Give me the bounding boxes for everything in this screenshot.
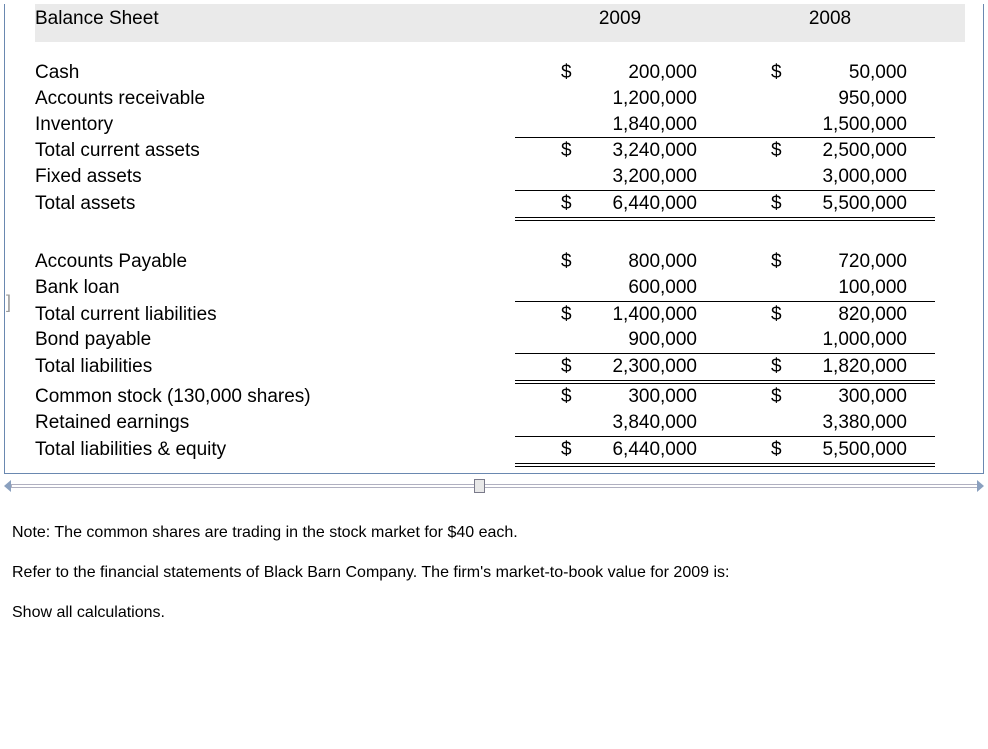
note-share-price: Note: The common shares are trading in t… [12, 524, 984, 542]
value-tle-2008: 5,500,000 [822, 437, 907, 463]
currency-symbol: $ [771, 191, 782, 217]
currency-symbol: $ [561, 437, 572, 463]
label-ap: Accounts Payable [35, 249, 515, 275]
row-retained-earnings: Retained earnings 3,840,000 3,380,000 [35, 410, 965, 437]
label-tl: Total liabilities [35, 354, 515, 384]
row-total-current-liabilities: Total current liabilities $1,400,000 $82… [35, 302, 965, 328]
currency-symbol: $ [561, 60, 572, 86]
value-bl-2008: 100,000 [838, 275, 907, 301]
header-year-2009: 2009 [515, 8, 725, 30]
value-fa-2009: 3,200,000 [612, 164, 697, 190]
label-bp: Bond payable [35, 327, 515, 354]
currency-symbol: $ [561, 249, 572, 275]
value-tle-2009: 6,440,000 [612, 437, 697, 463]
row-total-assets: Total assets $6,440,000 $5,500,000 [35, 191, 965, 221]
value-ta-2008: 5,500,000 [822, 191, 907, 217]
value-ap-2008: 720,000 [838, 249, 907, 275]
row-cash: Cash $200,000 $50,000 [35, 60, 965, 86]
scroll-right-icon[interactable] [977, 480, 984, 492]
row-total-current-assets: Total current assets $3,240,000 $2,500,0… [35, 138, 965, 164]
label-fa: Fixed assets [35, 164, 515, 191]
value-tcl-2008: 820,000 [838, 302, 907, 328]
value-fa-2008: 3,000,000 [822, 164, 907, 190]
row-bank-loan: Bank loan 600,000 100,000 [35, 275, 965, 302]
label-ta: Total assets [35, 191, 515, 221]
currency-symbol: $ [561, 354, 572, 380]
value-bl-2009: 600,000 [628, 275, 697, 301]
value-tcl-2009: 1,400,000 [612, 302, 697, 328]
decor-bracket: ] [6, 292, 11, 313]
page-container: Balance Sheet 2009 2008 Cash $200,000 $5… [4, 4, 984, 622]
header-year-2008: 2008 [725, 8, 935, 30]
value-inv-2008: 1,500,000 [822, 112, 907, 138]
row-fixed-assets: Fixed assets 3,200,000 3,000,000 [35, 164, 965, 191]
label-ar: Accounts receivable [35, 86, 515, 112]
row-common-stock: Common stock (130,000 shares) $300,000 $… [35, 384, 965, 410]
currency-symbol: $ [771, 384, 782, 410]
value-ta-2009: 6,440,000 [612, 191, 697, 217]
value-tca-2009: 3,240,000 [612, 138, 697, 164]
currency-symbol: $ [771, 138, 782, 164]
value-tca-2008: 2,500,000 [822, 138, 907, 164]
row-total-liabilities-equity: Total liabilities & equity $6,440,000 $5… [35, 437, 965, 467]
label-inv: Inventory [35, 112, 515, 139]
label-bl: Bank loan [35, 275, 515, 302]
value-tl-2009: 2,300,000 [612, 354, 697, 380]
currency-symbol: $ [771, 354, 782, 380]
currency-symbol: $ [561, 138, 572, 164]
question-text: Refer to the financial statements of Bla… [12, 564, 984, 582]
scrollbar-thumb[interactable] [474, 479, 485, 493]
row-inventory: Inventory 1,840,000 1,500,000 [35, 112, 965, 139]
row-bond-payable: Bond payable 900,000 1,000,000 [35, 327, 965, 354]
label-cash: Cash [35, 60, 515, 86]
currency-symbol: $ [561, 302, 572, 328]
value-cash-2008: 50,000 [849, 60, 907, 86]
header-title: Balance Sheet [35, 8, 515, 30]
instruction-text: Show all calculations. [12, 604, 984, 622]
value-inv-2009: 1,840,000 [612, 112, 697, 138]
value-bp-2008: 1,000,000 [822, 327, 907, 353]
scroll-left-icon[interactable] [4, 480, 11, 492]
row-accounts-payable: Accounts Payable $800,000 $720,000 [35, 249, 965, 275]
label-tca: Total current assets [35, 138, 515, 164]
label-cs: Common stock (130,000 shares) [35, 384, 515, 410]
currency-symbol: $ [771, 437, 782, 463]
value-ar-2009: 1,200,000 [612, 86, 697, 112]
table-header: Balance Sheet 2009 2008 [35, 4, 965, 42]
value-re-2009: 3,840,000 [612, 410, 697, 436]
currency-symbol: $ [561, 191, 572, 217]
value-tl-2008: 1,820,000 [822, 354, 907, 380]
label-tcl: Total current liabilities [35, 302, 515, 328]
value-ap-2009: 800,000 [628, 249, 697, 275]
currency-symbol: $ [561, 384, 572, 410]
notes-section: Note: The common shares are trading in t… [4, 494, 984, 622]
row-accounts-receivable: Accounts receivable 1,200,000 950,000 [35, 86, 965, 112]
currency-symbol: $ [771, 249, 782, 275]
value-cs-2009: 300,000 [628, 384, 697, 410]
value-re-2008: 3,380,000 [822, 410, 907, 436]
balance-sheet-table: Balance Sheet 2009 2008 Cash $200,000 $5… [4, 4, 984, 474]
horizontal-scrollbar[interactable] [4, 478, 984, 494]
label-tle: Total liabilities & equity [35, 437, 515, 467]
value-ar-2008: 950,000 [838, 86, 907, 112]
value-cs-2008: 300,000 [838, 384, 907, 410]
currency-symbol: $ [771, 60, 782, 86]
scrollbar-track[interactable] [11, 484, 977, 488]
value-bp-2009: 900,000 [628, 327, 697, 353]
label-re: Retained earnings [35, 410, 515, 437]
currency-symbol: $ [771, 302, 782, 328]
value-cash-2009: 200,000 [628, 60, 697, 86]
row-total-liabilities: Total liabilities $2,300,000 $1,820,000 [35, 354, 965, 384]
